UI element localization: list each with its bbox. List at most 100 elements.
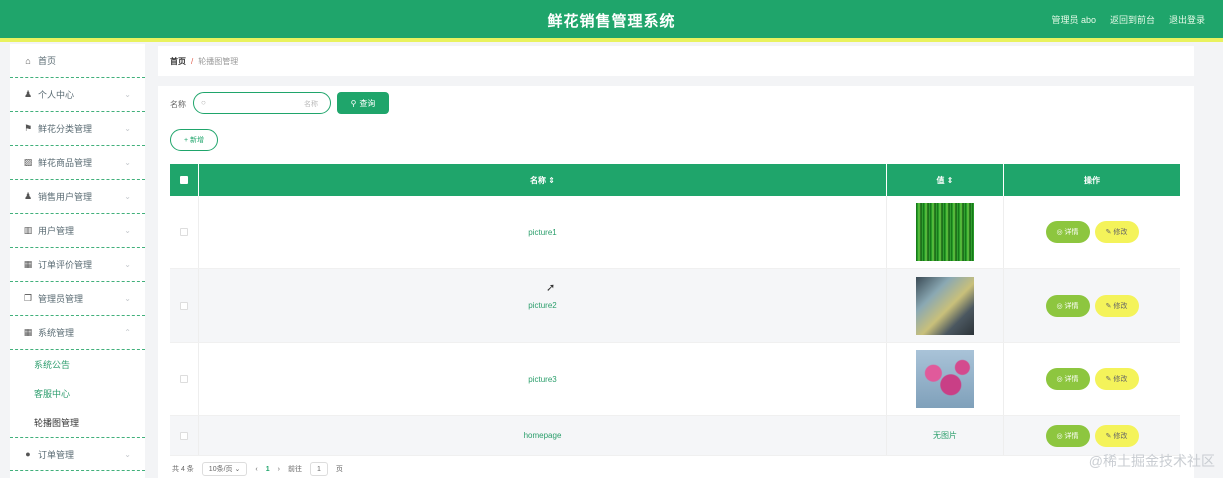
row-checkbox[interactable] — [180, 375, 188, 383]
edit-button[interactable]: ✎ 修改 — [1094, 294, 1139, 317]
page-size-value: 10条/页 — [208, 466, 233, 473]
chevron-up-icon: ⌃ — [124, 328, 131, 337]
current-user: 管理员 abo — [1051, 15, 1096, 25]
sidebar-subitem-service[interactable]: 客服中心 — [10, 379, 145, 408]
row-checkbox[interactable] — [180, 301, 188, 310]
sidebar-item-flower-goods[interactable]: ▨ 鲜花商品管理 ⌄ — [10, 146, 145, 180]
content-panel: 名称 ○ 名称 ⚲ 查询 + 新增 名称 ⇕ 值 ⇕ 操作 picture1 ◎ … — [158, 86, 1194, 478]
mouse-cursor-icon: ➚ — [546, 282, 556, 294]
row-image-cell — [887, 269, 1004, 342]
no-image-text: 无图片 — [933, 431, 957, 440]
front-page-link[interactable]: 返回到前台 — [1110, 13, 1155, 26]
search-input[interactable]: ○ 名称 — [193, 92, 331, 114]
grass-thumbnail — [916, 203, 974, 261]
sidebar-item-flower-category[interactable]: ⚑ 鲜花分类管理 ⌄ — [10, 112, 145, 146]
search-button-label: 查询 — [359, 98, 376, 108]
row-image-cell — [887, 196, 1004, 268]
sidebar-item-label: 鲜花分类管理 — [38, 124, 93, 134]
goto-label: 前往 — [287, 466, 302, 473]
table-row: picture3 ◎ 详情 ✎ 修改 — [170, 343, 1180, 416]
row-name: picture3 — [199, 343, 887, 415]
table-icon: ▦ — [23, 259, 33, 269]
sidebar-item-label: 首页 — [38, 56, 57, 66]
current-page[interactable]: 1 — [266, 466, 270, 473]
row-checkbox-cell — [170, 196, 199, 268]
person-icon: ♟ — [23, 191, 33, 201]
grid-icon: ▦ — [23, 327, 33, 337]
main-content: 首页 / 轮播图管理 名称 ○ 名称 ⚲ 查询 + 新增 名称 ⇕ 值 ⇕ 操作 … — [158, 46, 1194, 478]
detail-button[interactable]: ◎ 详情 — [1045, 294, 1090, 317]
breadcrumb-separator: / — [191, 56, 194, 66]
breadcrumb: 首页 / 轮播图管理 — [158, 46, 1194, 76]
flag-icon: ⚑ — [23, 123, 33, 133]
sidebar-item-label: 用户管理 — [38, 226, 75, 236]
chevron-down-icon: ⌄ — [124, 294, 131, 303]
detail-button[interactable]: ◎ 详情 — [1045, 368, 1090, 390]
next-page-icon[interactable]: › — [278, 466, 280, 473]
row-actions: ◎ 详情 ✎ 修改 — [1004, 196, 1180, 268]
add-button[interactable]: + 新增 — [170, 129, 218, 151]
row-checkbox-cell — [170, 416, 199, 455]
page-size-select[interactable]: 10条/页 ⌄ — [201, 462, 248, 476]
sidebar-item-sales-users[interactable]: ♟ 销售用户管理 ⌄ — [10, 180, 145, 214]
user-icon: ♟ — [23, 89, 33, 99]
breadcrumb-home[interactable]: 首页 — [170, 56, 186, 67]
sidebar-item-orders[interactable]: ● 订单管理 ⌄ — [10, 437, 145, 471]
sidebar-item-label: 个人中心 — [38, 90, 75, 100]
location-icon: ● — [25, 449, 31, 459]
data-table: 名称 ⇕ 值 ⇕ 操作 picture1 ◎ 详情 ✎ 修改 picture2 … — [170, 164, 1180, 456]
sidebar-item-profile[interactable]: ♟ 个人中心 ⌄ — [10, 78, 145, 112]
sidebar-item-label: 订单评价管理 — [38, 260, 93, 270]
row-checkbox[interactable] — [180, 431, 188, 440]
chevron-down-icon: ⌄ — [124, 192, 131, 201]
edit-button[interactable]: ✎ 修改 — [1094, 221, 1139, 243]
sidebar: ⌂ 首页 ♟ 个人中心 ⌄ ⚑ 鲜花分类管理 ⌄ ▨ 鲜花商品管理 ⌄ ♟ 销售用户管理 ⌄ ▥ 用… — [10, 44, 145, 478]
sidebar-subitem-notice[interactable]: 系统公告 — [10, 350, 145, 379]
chevron-down-icon: ⌄ — [124, 260, 131, 269]
select-all-checkbox[interactable] — [180, 176, 188, 184]
chevron-down-icon: ⌄ — [124, 124, 131, 133]
prev-page-icon[interactable]: ‹ — [255, 466, 257, 473]
watermark: @稀土掘金技术社区 — [1088, 453, 1215, 469]
search-icon: ⚲ — [350, 98, 357, 108]
edit-button[interactable]: ✎ 修改 — [1094, 368, 1139, 390]
column-header-image[interactable]: 值 ⇕ — [887, 164, 1004, 196]
top-header: 鲜花销售管理系统 管理员 abo 返回到前台 退出登录 — [0, 0, 1223, 42]
sidebar-subitem-carousel[interactable]: 轮播图管理 — [10, 408, 145, 437]
sidebar-item-order-reviews[interactable]: ▦ 订单评价管理 ⌄ — [10, 248, 145, 282]
row-checkbox[interactable] — [180, 228, 188, 236]
home-icon: ⌂ — [25, 55, 31, 66]
sidebar-item-users[interactable]: ▥ 用户管理 ⌄ — [10, 214, 145, 248]
search-button[interactable]: ⚲ 查询 — [337, 92, 389, 114]
sidebar-item-system[interactable]: ▦ 系统管理 ⌃ — [10, 316, 145, 350]
sidebar-item-home[interactable]: ⌂ 首页 — [10, 44, 145, 78]
flower-thumbnail — [916, 350, 974, 408]
column-header-ops: 操作 — [1084, 175, 1100, 185]
row-actions: ◎ 详情 ✎ 修改 — [1004, 416, 1180, 455]
sidebar-item-label: 鲜花商品管理 — [38, 158, 93, 168]
detail-button[interactable]: ◎ 详情 — [1045, 221, 1090, 243]
sidebar-item-label: 订单管理 — [38, 449, 75, 460]
edit-button[interactable]: ✎ 修改 — [1094, 424, 1139, 447]
search-placeholder: 名称 — [304, 101, 318, 108]
row-image-cell — [887, 343, 1004, 415]
row-name: picture2 — [199, 269, 887, 342]
search-icon: ○ — [201, 98, 206, 107]
glass-thumbnail — [916, 276, 974, 335]
column-header-name[interactable]: 名称 ⇕ — [199, 164, 887, 196]
detail-button[interactable]: ◎ 详情 — [1045, 424, 1090, 447]
row-checkbox-cell — [170, 343, 199, 415]
table-row: homepage 无图片 ◎ 详情 ✎ 修改 — [170, 416, 1180, 456]
image-icon: ▨ — [23, 157, 33, 167]
goto-input[interactable]: 1 — [309, 462, 328, 476]
sidebar-item-admins[interactable]: ❐ 管理员管理 ⌄ — [10, 282, 145, 316]
sidebar-item-label: 销售用户管理 — [38, 192, 93, 202]
breadcrumb-current: 轮播图管理 — [198, 56, 239, 66]
pagination: 共 4 条 10条/页 ⌄ ‹ 1 › 前往 1 页 — [172, 462, 343, 476]
chevron-down-icon: ⌄ — [234, 466, 241, 473]
table-row: picture2 ◎ 详情 ✎ 修改 — [170, 269, 1180, 343]
header-actions: 管理员 abo 返回到前台 退出登录 — [1051, 13, 1205, 26]
logout-link[interactable]: 退出登录 — [1169, 13, 1205, 26]
row-actions: ◎ 详情 ✎ 修改 — [1004, 343, 1180, 415]
chart-icon: ▥ — [23, 225, 33, 235]
